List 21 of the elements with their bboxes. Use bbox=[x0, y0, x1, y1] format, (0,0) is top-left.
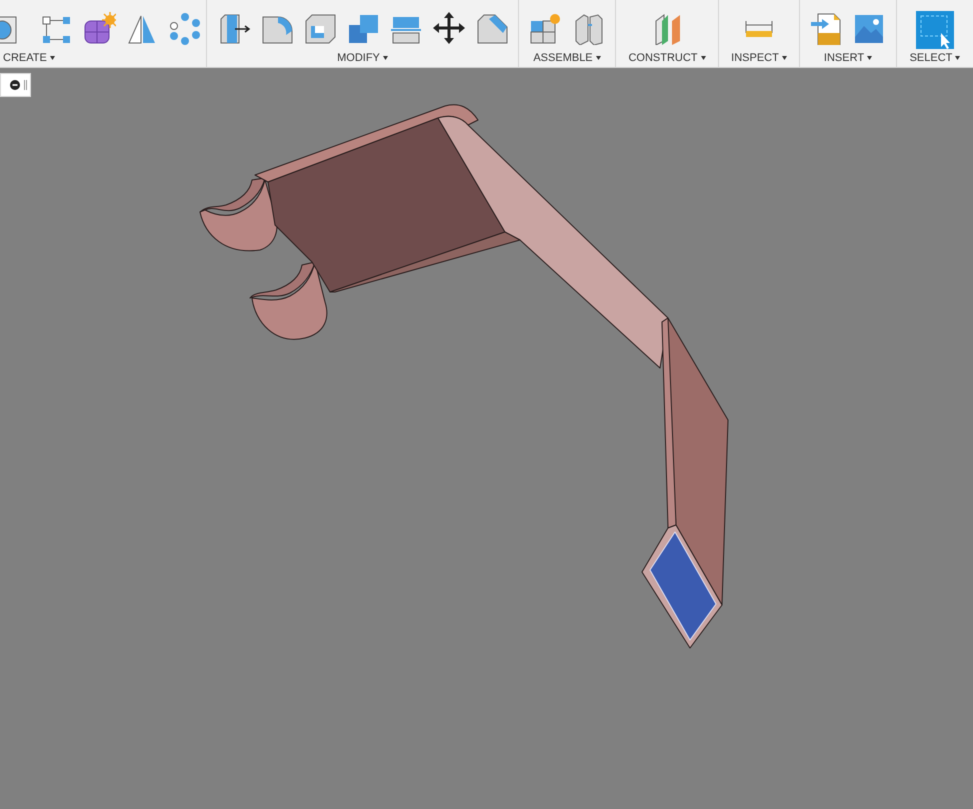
form-icon[interactable] bbox=[82, 11, 116, 45]
toolbar-group-menu[interactable]: INSPECT bbox=[731, 51, 787, 65]
caret-icon bbox=[596, 56, 601, 60]
caret-icon bbox=[955, 56, 960, 60]
new-component-icon[interactable] bbox=[528, 11, 562, 45]
caret-icon bbox=[382, 56, 388, 60]
toolbar-group-menu[interactable]: ASSEMBLE bbox=[533, 51, 601, 65]
toolbar-group-menu[interactable]: CREATE bbox=[0, 51, 55, 65]
caret-icon bbox=[782, 56, 787, 60]
toolbar-group-menu[interactable]: INSERT bbox=[824, 51, 872, 65]
caret-icon bbox=[50, 56, 55, 60]
circular-pattern-icon[interactable] bbox=[168, 11, 202, 45]
select-icon[interactable] bbox=[916, 11, 954, 49]
toolbar-group-menu[interactable]: MODIFY bbox=[337, 51, 388, 65]
toolbar-group-menu[interactable]: CONSTRUCT bbox=[628, 51, 706, 65]
caret-icon bbox=[700, 56, 706, 60]
grip-icon[interactable] bbox=[24, 80, 27, 90]
minus-circle-icon[interactable] bbox=[10, 80, 20, 90]
caret-icon bbox=[867, 56, 872, 60]
toolbar-group-menu[interactable]: SELECT bbox=[910, 51, 960, 65]
move-icon[interactable] bbox=[432, 11, 466, 45]
